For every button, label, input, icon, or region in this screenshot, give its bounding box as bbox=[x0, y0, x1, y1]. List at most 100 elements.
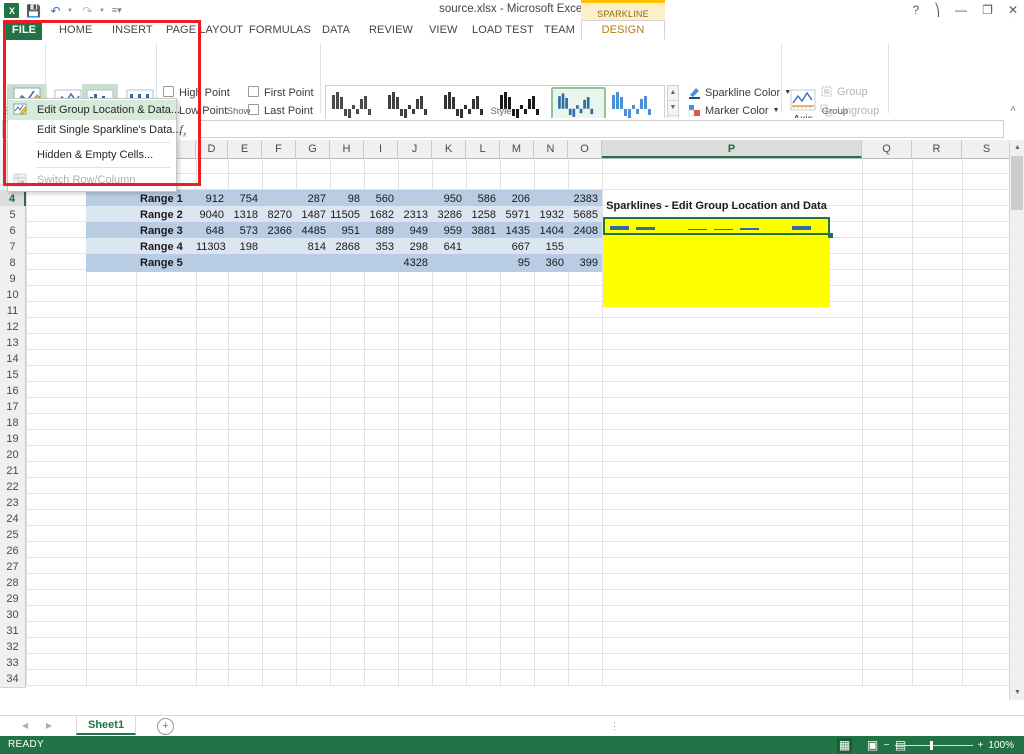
page-layout-view-icon[interactable]: ▣ bbox=[865, 738, 880, 753]
menu-item-edit-single-sparklines-data[interactable]: Edit Single Sparkline's Data... bbox=[8, 120, 182, 140]
first-point-label: First Point bbox=[264, 87, 314, 99]
column-header-s[interactable]: S bbox=[962, 140, 1012, 158]
tab-load-test[interactable]: LOAD TEST bbox=[463, 20, 543, 40]
menu-item-1-label: Edit Single Sparkline's Data... bbox=[37, 124, 182, 136]
menu-item-2-label: Hidden & Empty Cells... bbox=[37, 149, 154, 161]
sheet-tab-sheet1[interactable]: Sheet1 bbox=[76, 716, 137, 735]
edit-data-dropdown-menu[interactable]: Edit Group Location & Data... Edit Singl… bbox=[7, 98, 182, 192]
scroll-down-icon[interactable]: ▼ bbox=[1010, 685, 1024, 700]
tab-home[interactable]: HOME bbox=[50, 20, 101, 40]
column-header-d[interactable]: D bbox=[196, 140, 228, 158]
worksheet-grid[interactable]: D E F G H I J K L M N O P Q R S T 234567… bbox=[0, 140, 1024, 713]
group-icon bbox=[820, 85, 833, 98]
column-header-n[interactable]: N bbox=[534, 140, 568, 158]
vertical-scrollbar[interactable]: ▲ ▼ bbox=[1009, 140, 1024, 700]
column-header-h[interactable]: H bbox=[330, 140, 364, 158]
marker-color-caret-icon[interactable]: ▼ bbox=[773, 107, 780, 114]
column-header-k[interactable]: K bbox=[432, 140, 466, 158]
status-text: READY bbox=[8, 739, 44, 750]
tab-review[interactable]: REVIEW bbox=[360, 20, 422, 40]
column-header-g[interactable]: G bbox=[296, 140, 330, 158]
sparkline-color-button[interactable]: Sparkline Color ▼ bbox=[688, 86, 791, 99]
menu-item-hidden-and-empty-cells[interactable]: Hidden & Empty Cells... bbox=[8, 145, 176, 165]
normal-view-icon[interactable]: ▦ bbox=[837, 737, 852, 753]
sparkline-title: Sparklines - Edit Group Location and Dat… bbox=[606, 200, 827, 212]
column-header-l[interactable]: L bbox=[466, 140, 500, 158]
data-cell[interactable] bbox=[466, 254, 500, 272]
pen-color-icon bbox=[688, 86, 701, 99]
tab-insert[interactable]: INSERT bbox=[103, 20, 162, 40]
minimize-icon[interactable]: — bbox=[955, 3, 967, 17]
data-cell[interactable]: 399 bbox=[568, 254, 602, 272]
data-cell[interactable] bbox=[228, 254, 262, 272]
column-header-e[interactable]: E bbox=[228, 140, 262, 158]
row-header-34[interactable]: 34 bbox=[0, 670, 26, 688]
tab-file[interactable]: FILE bbox=[6, 20, 42, 40]
sheet-prev-icon[interactable]: ◀ bbox=[18, 719, 32, 733]
marker-color-icon bbox=[688, 104, 701, 117]
tab-data[interactable]: DATA bbox=[313, 20, 359, 40]
column-header-q[interactable]: Q bbox=[862, 140, 912, 158]
tab-page-layout[interactable]: PAGE LAYOUT bbox=[157, 20, 252, 40]
scroll-up-icon[interactable]: ▲ bbox=[1010, 140, 1024, 155]
formula-input[interactable] bbox=[198, 120, 1004, 138]
data-cell[interactable] bbox=[330, 254, 364, 272]
zoom-level-label[interactable]: 100% bbox=[988, 740, 1014, 751]
tab-view[interactable]: VIEW bbox=[420, 20, 467, 40]
column-header-i[interactable]: I bbox=[364, 140, 398, 158]
column-header-p[interactable]: P bbox=[602, 140, 862, 158]
zoom-slider-knob[interactable] bbox=[929, 740, 933, 750]
data-cell[interactable] bbox=[432, 254, 466, 272]
vertical-scroll-thumb[interactable] bbox=[1011, 156, 1023, 210]
data-cell[interactable]: 360 bbox=[534, 254, 568, 272]
selection-fill-handle[interactable] bbox=[828, 233, 833, 238]
restore-icon[interactable]: ❐ bbox=[982, 3, 993, 17]
edit-group-icon bbox=[13, 103, 28, 117]
data-cell[interactable] bbox=[262, 254, 296, 272]
group-label-style: Style bbox=[490, 106, 512, 117]
first-point-checkbox-box[interactable] bbox=[248, 86, 259, 97]
add-sheet-button[interactable]: + bbox=[157, 718, 174, 735]
marker-color-button[interactable]: Marker Color ▼ bbox=[688, 104, 780, 117]
excel-window: X 💾 ↶ ▼ ↷ ▼ ≡▾ source.xlsx - Microsoft Exc… bbox=[0, 0, 1024, 754]
ribbon-tab-strip: FILE HOME INSERT PAGE LAYOUT FORMULAS DA… bbox=[0, 20, 1024, 41]
zoom-out-button[interactable]: − bbox=[884, 740, 890, 751]
sparkline-cell-p4[interactable] bbox=[603, 217, 830, 235]
close-icon[interactable]: ✕ bbox=[1008, 3, 1018, 17]
status-bar: READY ▦ ▣ ▤ − + 100% bbox=[0, 736, 1024, 754]
data-cell[interactable] bbox=[364, 254, 398, 272]
checkbox-first-point[interactable]: First Point bbox=[248, 86, 314, 99]
help-icon[interactable]: ? bbox=[912, 3, 919, 17]
row-band-spacer[interactable] bbox=[86, 254, 136, 272]
column-header-r[interactable]: R bbox=[912, 140, 962, 158]
column-header-o[interactable]: O bbox=[568, 140, 602, 158]
split-handle-icon[interactable]: ⋮ bbox=[610, 721, 620, 732]
gallery-scroll-up-icon[interactable]: ▲ bbox=[668, 86, 678, 101]
tab-design[interactable]: DESIGN bbox=[581, 20, 665, 40]
range-label-cell[interactable]: Range 5 bbox=[136, 254, 196, 272]
menu-item-0-label: Edit Group Location & Data... bbox=[37, 104, 181, 116]
menu-item-3-label: Switch Row/Column bbox=[37, 174, 136, 186]
contextual-tab-label: SPARKLINE TOOLS bbox=[581, 0, 665, 41]
data-cell[interactable] bbox=[296, 254, 330, 272]
document-title: source.xlsx - Microsoft Excel bbox=[439, 3, 585, 15]
column-header-f[interactable]: F bbox=[262, 140, 296, 158]
menu-item-edit-group-location-and-data[interactable]: Edit Group Location & Data... bbox=[8, 100, 180, 120]
column-header-m[interactable]: M bbox=[500, 140, 534, 158]
menu-separator-2 bbox=[36, 167, 170, 168]
column-header-j[interactable]: J bbox=[398, 140, 432, 158]
data-cell[interactable] bbox=[196, 254, 228, 272]
tab-formulas[interactable]: FORMULAS bbox=[240, 20, 320, 40]
group-label-show: Show bbox=[226, 106, 251, 117]
high-point-checkbox-box[interactable] bbox=[163, 86, 174, 97]
sheet-next-icon[interactable]: ▶ bbox=[42, 719, 56, 733]
data-cell[interactable]: 4328 bbox=[398, 254, 432, 272]
zoom-in-button[interactable]: + bbox=[978, 740, 984, 751]
collapse-ribbon-icon[interactable]: ˄ bbox=[1010, 104, 1016, 115]
ribbon-display-options-icon[interactable]: ⎞ bbox=[934, 3, 940, 17]
menu-item-switch-row-column: Switch Row/Column bbox=[8, 170, 176, 190]
data-cell[interactable]: 95 bbox=[500, 254, 534, 272]
tab-team[interactable]: TEAM bbox=[535, 20, 584, 40]
sparkline-color-label: Sparkline Color bbox=[705, 86, 781, 99]
zoom-slider[interactable] bbox=[894, 740, 973, 750]
